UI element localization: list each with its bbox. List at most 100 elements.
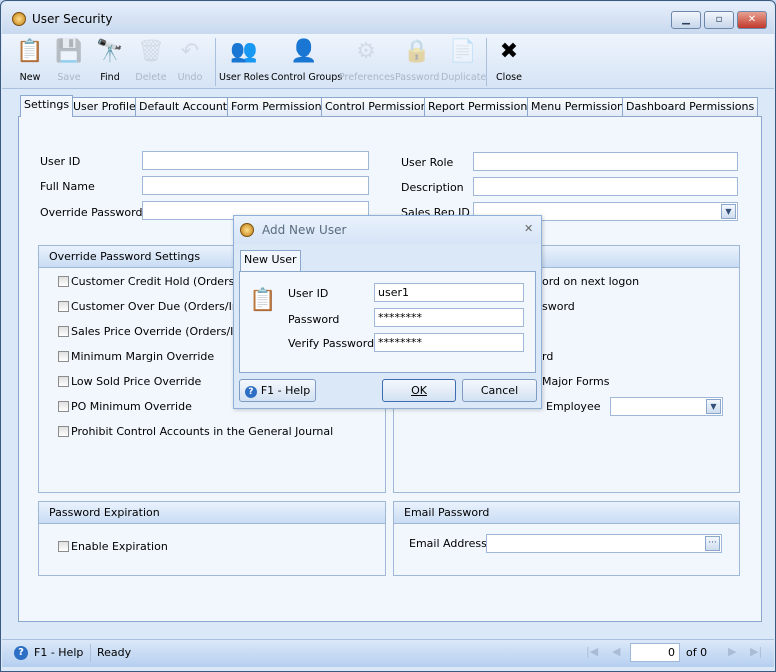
undo-button[interactable]: ↶ Undo (171, 34, 209, 89)
new-label: New (19, 72, 41, 83)
override-checkbox[interactable] (58, 426, 69, 437)
override-checkbox-label: Minimum Margin Override (71, 350, 215, 363)
undo-label: Undo (177, 72, 203, 83)
enable-expiration-checkbox[interactable] (58, 541, 69, 552)
duplicate-icon: 📄 (449, 39, 477, 64)
dialog-help-button[interactable]: ? F1 - Help (239, 379, 316, 402)
delete-button[interactable]: 🗑 Delete (131, 34, 171, 89)
help-label: F1 - Help (260, 384, 311, 397)
tab-report-permissions[interactable]: Report Permissions (424, 97, 538, 117)
user-role-input[interactable] (473, 152, 738, 171)
control-groups-button[interactable]: 👤 Control Groups (271, 34, 343, 89)
tab-user-profile[interactable]: User Profile (69, 97, 140, 117)
chevron-down-icon[interactable]: ▼ (706, 399, 721, 414)
tab-new-user[interactable]: New User (240, 250, 301, 271)
override-checkbox[interactable] (58, 376, 69, 387)
user-id-input[interactable] (142, 151, 369, 170)
find-button[interactable]: 🔭 Find (90, 34, 130, 89)
password-button[interactable]: 🔒 Password (395, 34, 439, 89)
tab-default-accounts[interactable]: Default Accounts (135, 97, 237, 117)
close-icon: ✖ (499, 39, 519, 64)
user-roles-icon: 👥 (230, 39, 258, 64)
dialog-password-label: Password (288, 313, 340, 326)
user-card-icon: 📋 (249, 288, 277, 313)
save-button[interactable]: 💾 Save (51, 34, 87, 89)
add-new-user-dialog: Add New User ✕ New User 📋 User ID user1 … (233, 215, 542, 409)
tab-form-permissions[interactable]: Form Permissions (227, 97, 332, 117)
ellipsis-button[interactable]: ··· (705, 536, 720, 551)
f1-help-link[interactable]: F1 - Help (34, 646, 83, 659)
help-icon: ? (244, 386, 257, 398)
password-expiration-group: Password Expiration (38, 501, 386, 576)
user-roles-label: User Roles (219, 72, 270, 83)
description-label: Description (401, 181, 464, 194)
divider (90, 644, 91, 662)
preferences-button[interactable]: ⚙ Preferences (339, 34, 395, 89)
chevron-down-icon[interactable]: ▼ (721, 204, 736, 219)
override-checkbox-label: Customer Credit Hold (Orders/Inv (71, 275, 255, 288)
close-window-button[interactable]: ✕ (737, 11, 767, 29)
override-checkbox-label: Prohibit Control Accounts in the General… (71, 425, 334, 438)
prev-record-icon[interactable]: ◀ (612, 645, 620, 658)
override-checkbox[interactable] (58, 276, 69, 287)
dialog-title-bar: Add New User ✕ (234, 216, 541, 244)
override-checkbox-label: Low Sold Price Override (71, 375, 202, 388)
full-name-input[interactable] (142, 176, 369, 195)
option-label: ord on next logon (542, 275, 640, 288)
dialog-password-input[interactable]: ******** (374, 308, 524, 327)
control-groups-label: Control Groups (271, 72, 343, 83)
user-id-label: User ID (40, 155, 81, 168)
group-header: Email Password (394, 502, 739, 524)
undo-icon: ↶ (180, 39, 200, 64)
tab-control-permissions[interactable]: Control Permissions (321, 97, 438, 117)
duplicate-label: Duplicate (441, 72, 487, 83)
override-checkbox[interactable] (58, 401, 69, 412)
tab-settings[interactable]: Settings (20, 95, 74, 117)
dialog-user-id-label: User ID (288, 287, 329, 300)
dialog-user-id-input[interactable]: user1 (374, 283, 524, 302)
dialog-title: Add New User (262, 223, 347, 237)
employee-select[interactable]: ▼ (610, 397, 723, 416)
delete-icon: 🗑 (137, 39, 165, 64)
user-role-label: User Role (401, 156, 454, 169)
description-input[interactable] (473, 177, 738, 196)
status-bar: ? F1 - Help Ready |◀ ◀ 0 of 0 ▶ ▶| (2, 639, 774, 667)
option-label: rd (542, 350, 554, 363)
maximize-button[interactable]: ▫ (704, 11, 734, 29)
option-label: Major Forms (542, 375, 610, 388)
user-roles-button[interactable]: 👥 User Roles (219, 34, 269, 89)
window-title: User Security (32, 12, 113, 26)
next-record-icon[interactable]: ▶ (728, 645, 736, 658)
first-record-icon[interactable]: |◀ (586, 645, 598, 658)
dialog-close-button[interactable]: ✕ (524, 222, 533, 235)
employee-label: Employee (546, 400, 601, 413)
help-icon: ? (14, 646, 28, 660)
cancel-button[interactable]: Cancel (462, 379, 537, 402)
close-label: Close (496, 72, 522, 83)
ok-button[interactable]: OK (382, 379, 456, 402)
override-checkbox[interactable] (58, 351, 69, 362)
find-icon: 🔭 (96, 39, 124, 64)
new-icon: 📋 (16, 39, 44, 64)
record-number-input[interactable]: 0 (630, 643, 680, 662)
tab-menu-permissions[interactable]: Menu Permissions (527, 97, 634, 117)
duplicate-button[interactable]: 📄 Duplicate (441, 34, 487, 89)
title-bar: User Security ▁ ▫ ✕ (2, 2, 774, 34)
app-icon (12, 12, 26, 26)
tab-dashboard-permissions[interactable]: Dashboard Permissions (622, 97, 759, 117)
last-record-icon[interactable]: ▶| (750, 645, 762, 658)
group-header: Password Expiration (39, 502, 385, 524)
save-icon: 💾 (55, 39, 83, 64)
override-checkbox-label: Customer Over Due (Orders/Invo (71, 300, 253, 313)
delete-label: Delete (135, 72, 167, 83)
dialog-verify-password-input[interactable]: ******** (374, 333, 524, 352)
new-button[interactable]: 📋 New (13, 34, 47, 89)
find-label: Find (100, 72, 120, 83)
close-button[interactable]: ✖ Close (491, 34, 527, 89)
override-password-label: Override Password (40, 206, 143, 219)
toolbar: 📋 New 💾 Save 🔭 Find 🗑 Delete ↶ Undo 👥 User Roles 👤 Co… (2, 34, 774, 89)
override-checkbox[interactable] (58, 301, 69, 312)
override-checkbox[interactable] (58, 326, 69, 337)
minimize-button[interactable]: ▁ (671, 11, 701, 29)
email-address-input[interactable]: ··· (486, 534, 722, 553)
